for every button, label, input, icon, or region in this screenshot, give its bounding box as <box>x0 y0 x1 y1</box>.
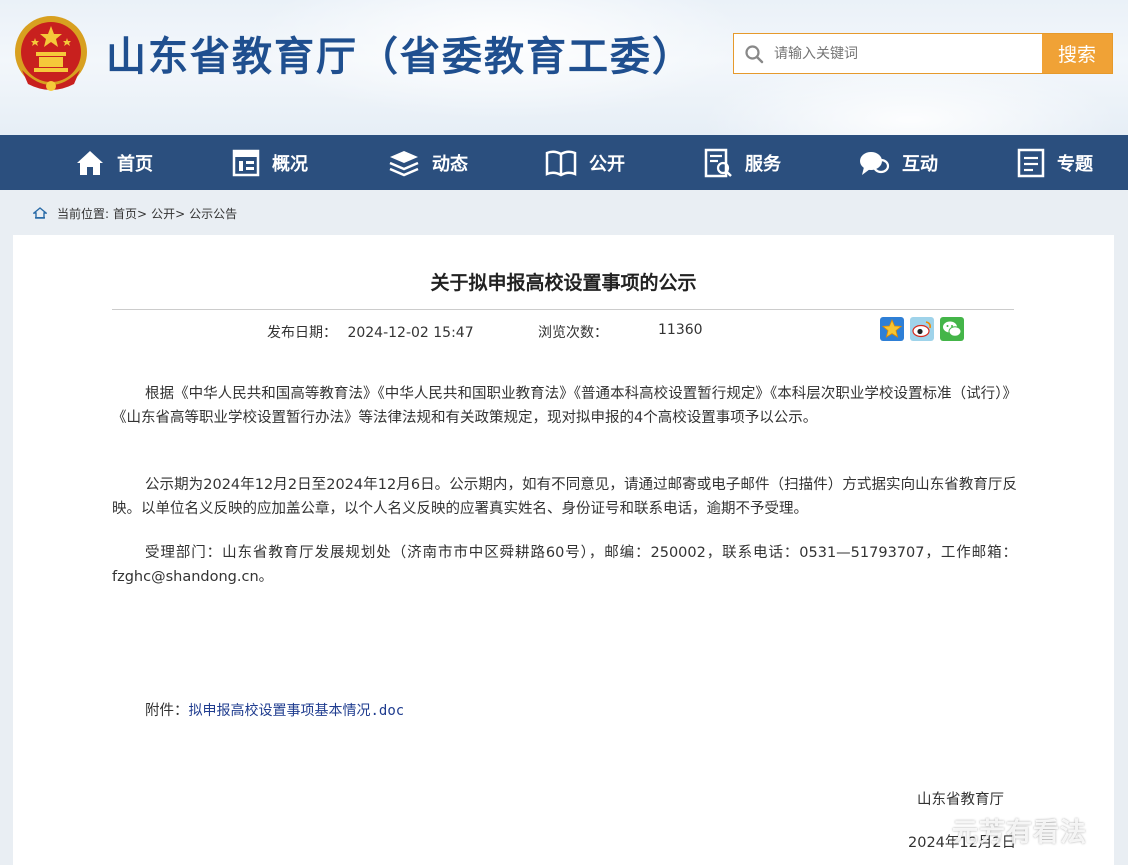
nav-label: 概况 <box>272 153 308 175</box>
view-count: 浏览次数： <box>538 322 608 342</box>
chat-icon <box>860 151 890 175</box>
home-icon <box>33 207 47 219</box>
nav-label: 服务 <box>745 153 781 175</box>
nav-item-service[interactable]: 服务 <box>703 135 781 190</box>
star-icon <box>882 319 902 338</box>
nav-item-public[interactable]: 公开 <box>545 135 625 190</box>
nav-label: 动态 <box>432 153 468 175</box>
signature: 山东省教育厅 <box>917 792 1004 808</box>
attachment-link[interactable]: 拟申报高校设置事项基本情况.doc <box>189 703 405 719</box>
nav-item-home[interactable]: 首页 <box>75 135 153 190</box>
main-nav: 首页 概况 动态 公开 服务 互动 专题 <box>0 135 1128 190</box>
weibo-icon <box>912 321 931 338</box>
breadcrumb-prefix: 当前位置: <box>57 206 110 221</box>
publish-value: 2024-12-02 15:47 <box>347 325 474 341</box>
watermark: 元芳有看法 <box>952 818 1088 848</box>
breadcrumb-item-notice[interactable]: 公示公告 <box>189 205 237 222</box>
title-divider <box>112 309 1014 310</box>
site-header: 山东省教育厅（省委教育工委） 搜索 <box>0 0 1128 135</box>
overview-icon <box>232 149 260 176</box>
nav-label: 首页 <box>117 153 153 175</box>
nav-item-overview[interactable]: 概况 <box>232 135 308 190</box>
search-icon <box>734 34 774 73</box>
share-weibo-button[interactable] <box>910 317 934 341</box>
breadcrumb-item-home[interactable]: 首页> <box>113 205 147 222</box>
article-title: 关于拟申报高校设置事项的公示 <box>430 272 697 294</box>
breadcrumb-item-public[interactable]: 公开> <box>151 205 185 222</box>
service-icon <box>704 148 732 177</box>
nav-item-topic[interactable]: 专题 <box>1017 135 1093 190</box>
attachment: 附件：拟申报高校设置事项基本情况.doc <box>145 699 404 720</box>
topic-icon <box>1017 148 1045 177</box>
article-paragraph: 根据《中华人民共和国高等教育法》《中华人民共和国职业教育法》《普通本科高校设置暂… <box>112 386 1017 426</box>
publish-label: 发布日期： <box>267 325 337 341</box>
article-panel: 关于拟申报高校设置事项的公示 发布日期： 2024-12-02 15:47 浏览… <box>13 235 1114 865</box>
nav-label: 公开 <box>589 153 625 175</box>
search-button[interactable]: 搜索 <box>1042 34 1112 73</box>
home-icon <box>77 150 103 175</box>
nav-label: 互动 <box>902 153 938 175</box>
breadcrumb: 当前位置: 首页> 公开> 公示公告 <box>33 204 241 222</box>
national-emblem-icon[interactable] <box>12 12 90 94</box>
search-input[interactable] <box>774 34 1042 73</box>
search-box: 搜索 <box>733 33 1113 74</box>
share-wechat-button[interactable] <box>940 317 964 341</box>
article-paragraph: 受理部门：山东省教育厅发展规划处（济南市市中区舜耕路60号），邮编：250002… <box>112 545 1017 585</box>
wechat-icon <box>943 321 962 337</box>
attachment-label: 附件： <box>145 703 189 719</box>
publish-date: 发布日期： 2024-12-02 15:47 <box>267 322 474 342</box>
article-paragraph: 公示期为2024年12月2日至2024年12月6日。公示期内，如有不同意见，请通… <box>112 477 1017 517</box>
news-icon <box>389 150 419 176</box>
nav-item-news[interactable]: 动态 <box>388 135 468 190</box>
share-qzone-button[interactable] <box>880 317 904 341</box>
views-label: 浏览次数： <box>538 325 608 341</box>
book-icon <box>545 149 577 176</box>
views-value: 11360 <box>658 322 703 338</box>
nav-label: 专题 <box>1057 153 1093 175</box>
nav-item-interact[interactable]: 互动 <box>858 135 938 190</box>
site-title[interactable]: 山东省教育厅（省委教育工委） <box>106 24 694 82</box>
